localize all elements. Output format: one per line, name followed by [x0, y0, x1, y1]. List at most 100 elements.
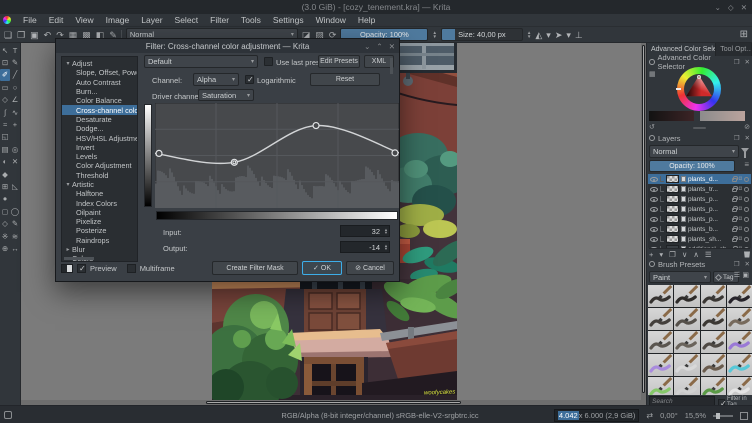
brush-preset-1[interactable] [648, 285, 674, 307]
brush-preset-13[interactable] [648, 353, 674, 376]
filter-item-color-adjustment[interactable]: Color Adjustment [62, 161, 137, 170]
filter-item-color-balance[interactable]: Color Balance [62, 96, 137, 105]
tool-similar-select[interactable]: ≋ [10, 230, 20, 242]
filter-item-raindrops[interactable]: Raindrops [62, 236, 137, 245]
tool-freehand-select[interactable]: ✎ [10, 217, 20, 229]
tool-dynamic-brush[interactable]: ≈ [0, 118, 10, 130]
tool-ellipse[interactable]: ○ [10, 81, 20, 93]
open-document-icon[interactable]: ❐ [17, 28, 25, 42]
filter-item-oilpaint[interactable]: Oilpaint [62, 208, 137, 217]
image-dimensions-field[interactable]: 4.042 x 6.000 (2,9 GiB) [553, 409, 640, 422]
brush-preset-4[interactable] [726, 285, 752, 307]
layer-style-icon[interactable] [744, 226, 749, 232]
create-filter-mask-button[interactable]: Create Filter Mask [212, 261, 298, 275]
menu-view[interactable]: View [69, 15, 99, 25]
brush-preset-19[interactable] [700, 376, 726, 395]
layer-thumbnail[interactable] [666, 175, 679, 183]
layer-thumbnail[interactable] [666, 185, 679, 193]
zoom-slider[interactable] [713, 412, 733, 419]
menu-edit[interactable]: Edit [43, 15, 70, 25]
brush-preset-6[interactable] [674, 307, 700, 330]
mirror-horizontal-icon[interactable]: ◭ [535, 28, 542, 42]
window-maximize-icon[interactable]: ◇ [728, 3, 734, 12]
tool-zoom[interactable]: ⊕ [0, 242, 10, 254]
tool-line[interactable]: ╱ [10, 69, 20, 81]
mirror-dropdown-icon[interactable]: ▾ [546, 28, 551, 42]
reset-button[interactable]: Reset [310, 73, 380, 86]
layer-row[interactable]: plants_p... α [648, 214, 751, 224]
layer-thumbnail[interactable] [666, 205, 679, 213]
layer-visibility-icon[interactable] [650, 236, 658, 242]
gamut-mask-off-icon[interactable]: ⊘ [744, 123, 750, 131]
filter-item-blur[interactable]: ▸ Blur [62, 245, 137, 254]
dialog-titlebar[interactable]: Filter: Cross-channel color adjustment —… [56, 39, 399, 53]
tool-transform[interactable]: ⊡ [0, 56, 10, 68]
brush-preset-12[interactable] [726, 330, 752, 353]
layer-visibility-icon[interactable] [650, 216, 658, 222]
tool-measure[interactable]: ◺ [10, 180, 20, 192]
tool-freehand-path[interactable]: ∿ [10, 106, 20, 118]
layer-lock-icon[interactable] [731, 226, 738, 232]
color-selector-settings-icon[interactable]: ▦ [649, 70, 656, 78]
brush-preset-3[interactable] [700, 285, 726, 307]
float-docker-icon[interactable]: ❐ [734, 260, 740, 268]
close-docker-icon[interactable]: ✕ [745, 260, 750, 268]
preview-split-icon[interactable] [61, 263, 73, 273]
window-minimize-icon[interactable]: ⌄ [715, 3, 721, 12]
filter-item-posterize[interactable]: Posterize [62, 226, 137, 235]
layer-opacity-slider[interactable]: Opacity: 100% [649, 160, 735, 172]
gamut-strip[interactable] [700, 111, 745, 121]
menu-window[interactable]: Window [310, 15, 352, 25]
tool-text[interactable]: T [10, 44, 20, 56]
layer-style-icon[interactable] [744, 176, 749, 182]
layer-thumbnail[interactable] [666, 225, 679, 233]
layer-style-icon[interactable] [744, 216, 749, 222]
tool-pattern-fill[interactable]: ◐ [0, 156, 10, 168]
workspace-chooser-icon[interactable]: ⊞ [740, 29, 748, 40]
alpha-lock-icon[interactable]: α [739, 206, 742, 212]
edit-presets-button[interactable]: Edit Presets [318, 55, 360, 68]
alpha-lock-icon[interactable]: α [739, 196, 742, 202]
filter-item-levels[interactable]: Levels [62, 152, 137, 161]
tool-bezier-curve[interactable]: ∫ [0, 106, 10, 118]
tool-polygonal-select[interactable]: ◇ [0, 217, 10, 229]
delete-layer-icon[interactable] [744, 251, 750, 258]
filter-item-index-colors[interactable]: Index Colors [62, 198, 137, 208]
tool-assistants[interactable]: ⊞ [0, 180, 10, 192]
layer-lock-icon[interactable] [731, 206, 738, 212]
tool-edit-shapes[interactable]: ✎ [10, 56, 20, 68]
tool-gradient[interactable]: ▤ [0, 143, 10, 155]
output-spinbox[interactable]: -14 ▲ ▼ [340, 241, 390, 253]
docker-resize-handle[interactable] [693, 127, 706, 129]
filter-item-halftone[interactable]: Halftone [62, 189, 137, 198]
filter-item-threshold[interactable]: Threshold [62, 171, 137, 180]
multiframe-checkbox[interactable] [126, 263, 136, 273]
alpha-lock-icon[interactable]: α [739, 216, 742, 222]
menu-image[interactable]: Image [100, 15, 136, 25]
tool-crop[interactable]: ◱ [0, 131, 10, 143]
tool-pan[interactable]: ↔ [10, 242, 20, 254]
layer-visibility-icon[interactable] [650, 196, 658, 202]
layer-filter-icon[interactable] [741, 148, 749, 158]
input-spinbox[interactable]: 32 ▲ ▼ [340, 225, 390, 237]
layer-row[interactable]: plants_b... α [648, 224, 751, 234]
wrap-around-icon[interactable]: ⊥ [575, 28, 583, 42]
save-icon[interactable]: ▣ [30, 28, 39, 42]
new-document-icon[interactable]: ❏ [4, 28, 12, 42]
filter-item-pixelize[interactable]: Pixelize [62, 217, 137, 226]
tree-hscrollbar[interactable] [64, 257, 94, 260]
preview-checkbox[interactable] [77, 263, 86, 273]
dialog-rollup-icon[interactable]: ⌃ [376, 42, 382, 51]
layer-visibility-icon[interactable] [650, 206, 658, 212]
mirror-view-icon[interactable]: ⇄ [646, 411, 653, 420]
tool-select-shapes[interactable]: ↖ [0, 44, 10, 56]
layer-style-icon[interactable] [744, 236, 749, 242]
selection-mode-icon[interactable] [4, 411, 12, 419]
tool-rectangular-select[interactable]: ◻ [0, 205, 10, 217]
canvas-only-mode-icon[interactable] [740, 411, 748, 420]
driver-channel-combo[interactable]: Saturation ▾ [198, 89, 254, 101]
close-docker-icon[interactable]: ✕ [745, 134, 750, 142]
list-view-icon[interactable]: ☰ [734, 271, 740, 279]
filter-item-artistic[interactable]: ▾ Artistic [62, 180, 137, 189]
brush-preset-16[interactable] [726, 353, 752, 376]
